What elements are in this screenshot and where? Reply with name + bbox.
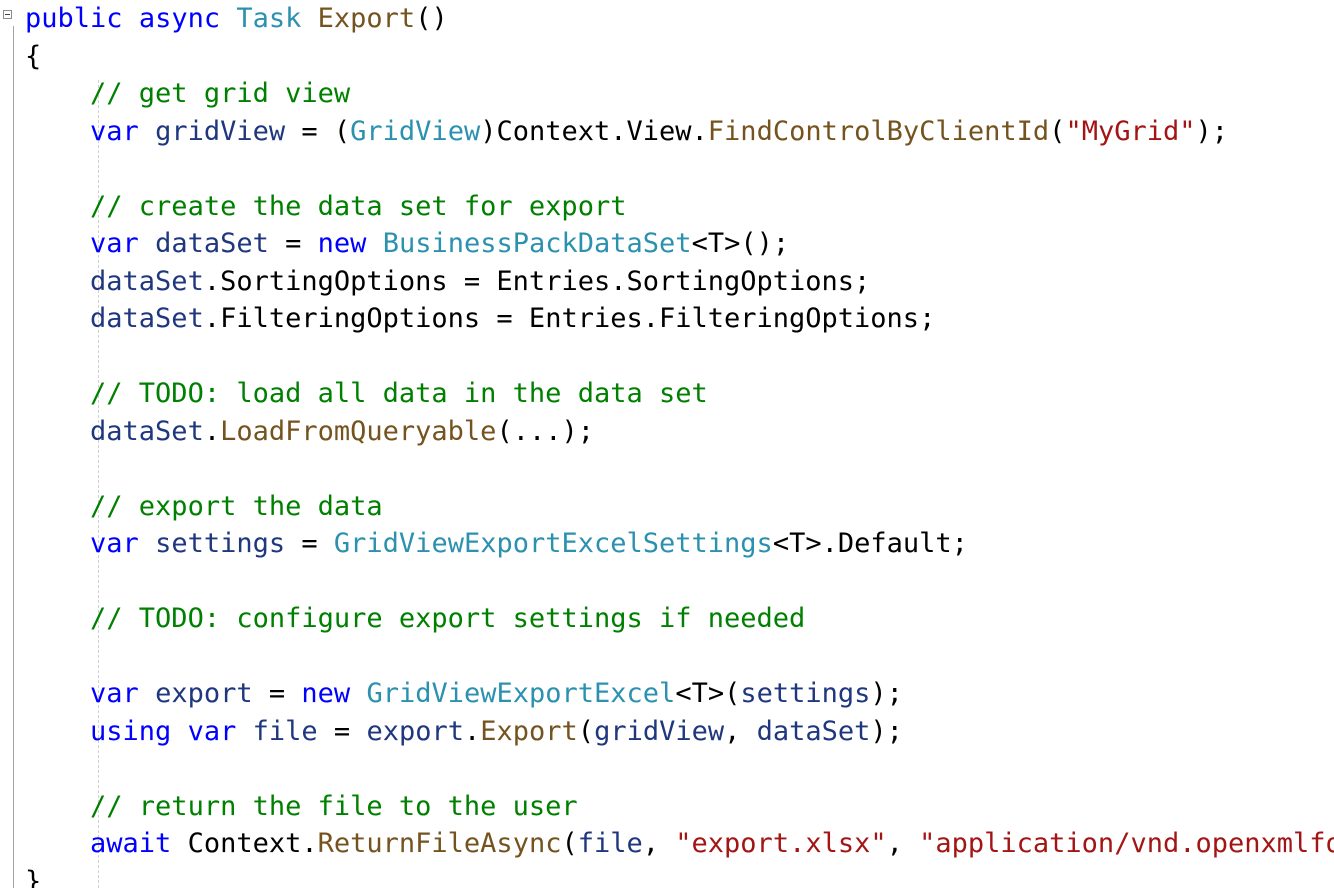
statement-end: ); [870, 715, 903, 747]
context: Context. [187, 828, 318, 859]
identifier-dataset: dataSet [756, 715, 871, 747]
identifier-settings: settings [740, 678, 871, 709]
operator: = [285, 528, 334, 559]
keyword-await: await [90, 828, 172, 859]
identifier-file: file [252, 715, 318, 747]
identifier-gridview: gridView [594, 715, 725, 747]
keyword-new: new [301, 678, 351, 709]
identifier-file: file [577, 828, 643, 859]
code-line-settings: var settings = GridViewExportExcelSettin… [25, 525, 1334, 563]
comma: , [886, 828, 920, 859]
comma: , [642, 828, 676, 859]
comment-todo-configure: // TODO: configure export settings if ne… [90, 603, 806, 634]
type-export-excel-settings: GridViewExportExcelSettings [333, 528, 773, 559]
keyword-public: public [25, 3, 123, 34]
code-line-comment: // create the data set for export [25, 188, 1334, 226]
code-line-load: dataSet.LoadFromQueryable(...); [25, 413, 1334, 451]
method-export: Export [480, 715, 578, 747]
keyword-new: new [317, 228, 367, 259]
identifier-export: export [366, 715, 464, 747]
dot: . [463, 715, 481, 747]
operator: = [317, 715, 367, 747]
context-view: Context.View. [496, 115, 708, 147]
dot: . [203, 415, 221, 447]
sorting-assignment: .SortingOptions = Entries.SortingOptions… [203, 265, 871, 297]
statement-end: ); [870, 678, 903, 709]
code-line-close-brace: } [25, 863, 1334, 888]
paren: ( [577, 715, 595, 747]
keyword-var: var [90, 678, 139, 709]
method-load-from-queryable: LoadFromQueryable [220, 415, 497, 447]
outline-margin [13, 26, 14, 888]
keyword-var: var [90, 115, 139, 147]
parens: () [415, 3, 448, 34]
code-line-using: using var file = export.Export(gridView,… [25, 713, 1334, 751]
type-task: Task [236, 3, 302, 34]
code-line-comment: // TODO: configure export settings if ne… [25, 600, 1334, 638]
code-line-signature: public async Task Export() [25, 0, 1334, 38]
type-business-pack-data-set: BusinessPackDataSet [382, 228, 692, 259]
method-name: Export [317, 3, 416, 34]
code-line-comment: // get grid view [25, 75, 1334, 113]
code-line-open-brace: { [25, 38, 1334, 76]
keyword-var: var [90, 228, 139, 259]
code-editor[interactable]: public async Task Export() { // get grid… [0, 0, 1334, 888]
identifier-dataset: dataSet [90, 265, 204, 297]
code-line-dataset: var dataSet = new BusinessPackDataSet<T>… [25, 225, 1334, 263]
code-line-comment: // return the file to the user [25, 788, 1334, 826]
identifier-export: export [155, 678, 253, 709]
comma: , [724, 715, 757, 747]
code-line-gridview: var gridView = (GridView)Context.View.Fi… [25, 113, 1334, 151]
comment-create-data-set: // create the data set for export [90, 190, 627, 222]
keyword-using: using [90, 715, 172, 747]
keyword-var: var [187, 715, 237, 747]
identifier-dataset: dataSet [90, 415, 204, 447]
method-find-control: FindControlByClientId [707, 115, 1050, 147]
filtering-assignment: .FilteringOptions = Entries.FilteringOpt… [203, 303, 936, 334]
statement-end: ); [1195, 115, 1228, 147]
generic-args: <T>(); [691, 228, 790, 259]
type-export-excel: GridViewExportExcel [366, 678, 676, 709]
operator: = [268, 228, 318, 259]
args: (...); [496, 415, 594, 447]
operator: = ( [285, 115, 351, 147]
keyword-var: var [90, 528, 139, 559]
comment-export-data: // export the data [90, 490, 383, 522]
type-gridview: GridView [350, 115, 481, 147]
keyword-async: async [138, 3, 221, 34]
code-line-export: var export = new GridViewExportExcel<T>(… [25, 675, 1334, 713]
identifier-dataset: dataSet [90, 303, 204, 334]
comment-todo-load: // TODO: load all data in the data set [90, 378, 708, 409]
string-mygrid: "MyGrid" [1065, 115, 1196, 147]
code-line-comment: // export the data [25, 488, 1334, 526]
code-line-filtering: dataSet.FilteringOptions = Entries.Filte… [25, 300, 1334, 338]
generic-args: <T>( [675, 678, 741, 709]
identifier-settings: settings [155, 528, 286, 559]
settings-default: <T>.Default; [772, 528, 968, 559]
method-return-file-async: ReturnFileAsync [317, 828, 562, 859]
paren: ( [1049, 115, 1066, 147]
paren: ) [480, 115, 497, 147]
identifier-gridview: gridView [155, 115, 286, 147]
string-mime-type: "application/vnd.openxmlformats-officedo… [919, 828, 1334, 859]
paren: ( [561, 828, 578, 859]
comment-get-grid: // get grid view [90, 78, 351, 109]
operator: = [252, 678, 302, 709]
code-line-comment: // TODO: load all data in the data set [25, 375, 1334, 413]
code-line-sorting: dataSet.SortingOptions = Entries.Sorting… [25, 263, 1334, 301]
comment-return-file: // return the file to the user [90, 790, 578, 822]
code-line-return: await Context.ReturnFileAsync(file, "exp… [25, 825, 1334, 863]
string-filename: "export.xlsx" [675, 828, 887, 859]
collapse-toggle-icon[interactable] [3, 10, 12, 19]
code-text[interactable]: public async Task Export() { // get grid… [25, 0, 1334, 888]
close-brace: } [25, 865, 42, 888]
open-brace: { [25, 40, 42, 72]
identifier-dataset: dataSet [155, 228, 269, 259]
